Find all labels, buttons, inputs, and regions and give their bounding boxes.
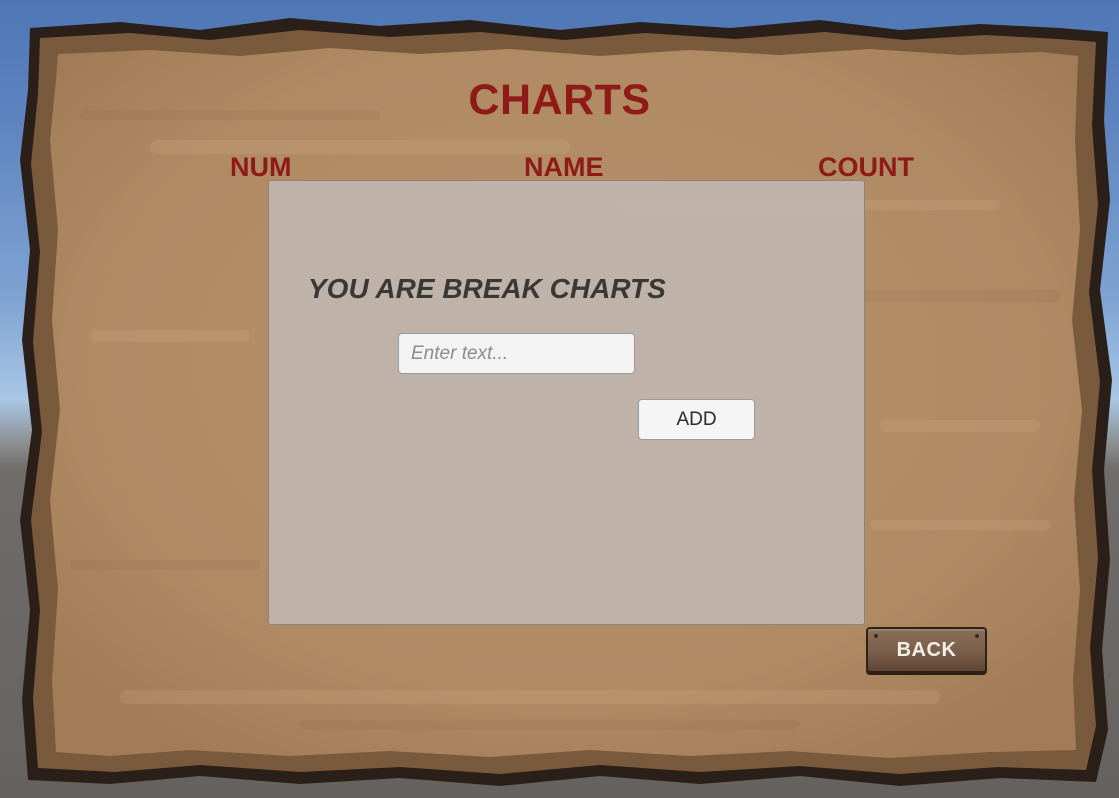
column-header-name: NAME <box>524 152 604 182</box>
name-input[interactable] <box>398 333 635 374</box>
game-scene: CHARTS NUM NAME COUNT YOU ARE BREAK CHAR… <box>0 0 1119 798</box>
name-entry-dialog: YOU ARE BREAK CHARTS ADD <box>268 180 865 625</box>
dialog-message: YOU ARE BREAK CHARTS <box>308 273 666 304</box>
back-button-label: BACK <box>896 638 957 661</box>
column-header-num: NUM <box>230 152 292 182</box>
add-button[interactable]: ADD <box>638 399 755 440</box>
column-header-count: COUNT <box>818 152 914 182</box>
back-button[interactable]: BACK <box>866 627 987 673</box>
nail-icon <box>874 634 878 638</box>
nail-icon <box>975 634 979 638</box>
screen-title: CHARTS <box>468 76 651 124</box>
